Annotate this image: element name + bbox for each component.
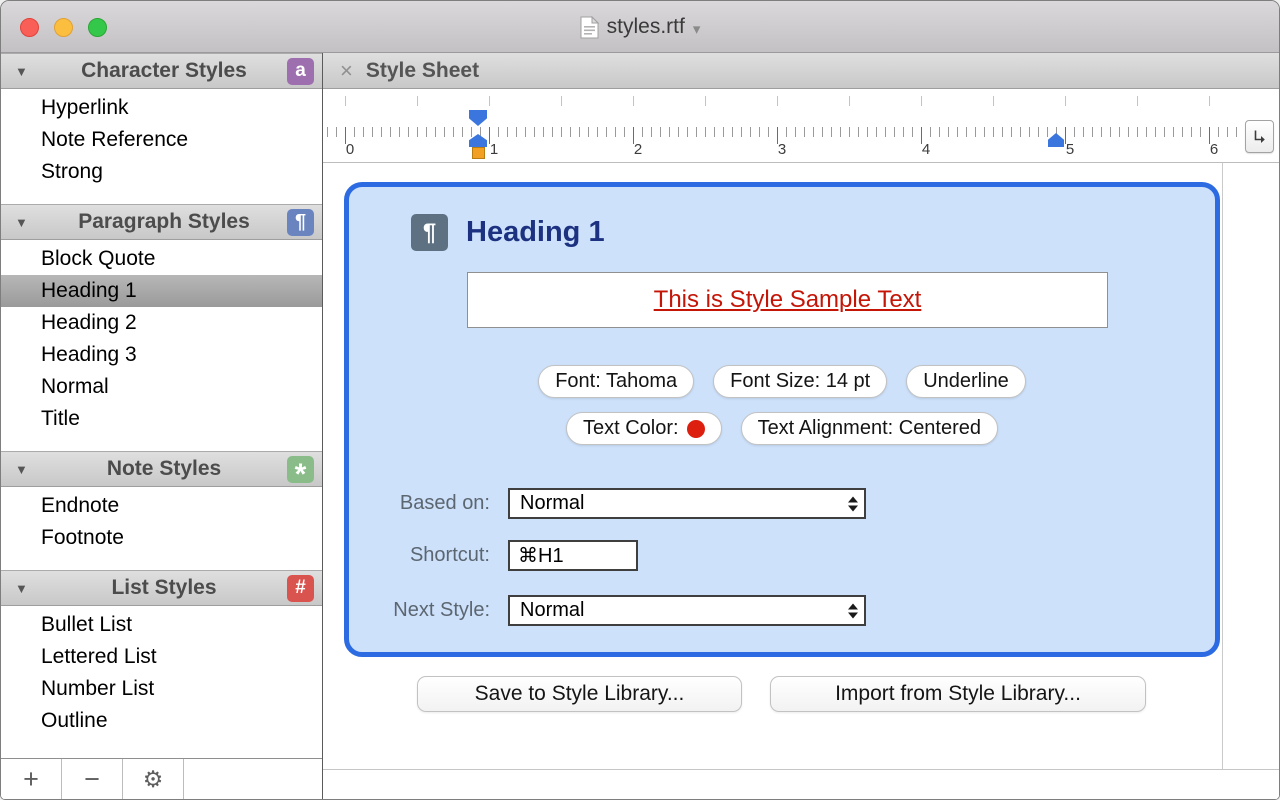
ruler-number: 1 [490, 141, 498, 158]
ruler-number: 0 [346, 141, 354, 158]
list-styles-icon: # [287, 575, 314, 602]
disclosure-triangle-icon[interactable]: ▼ [15, 215, 41, 230]
gear-menu-button[interactable]: ⚙ [123, 759, 184, 799]
list-styles-list: Bullet List Lettered List Number List Ou… [1, 606, 322, 740]
ruler[interactable]: 0 1 2 3 4 5 6 [323, 89, 1279, 163]
section-header-paragraph-styles[interactable]: ▼ Paragraph Styles ¶ [1, 204, 322, 240]
pill-alignment: Text Alignment: Centered [741, 412, 998, 445]
sidebar-item-footnote[interactable]: Footnote [1, 522, 322, 554]
character-styles-list: Hyperlink Note Reference Strong [1, 89, 322, 191]
paragraph-styles-icon: ¶ [287, 209, 314, 236]
style-sample-preview: This is Style Sample Text [467, 272, 1108, 328]
document-icon [580, 16, 599, 39]
section-label-list-styles: List Styles [41, 576, 287, 600]
section-label-character-styles: Character Styles [41, 59, 287, 83]
sidebar-footer-toolbar: + − ⚙ [1, 758, 322, 799]
popup-chevrons-icon [848, 496, 858, 511]
based-on-label: Based on: [349, 488, 490, 519]
pill-text-color-label: Text Color: [583, 417, 679, 440]
horizontal-scrollbar-track[interactable] [323, 769, 1279, 799]
styles-sidebar: ▼ Character Styles a Hyperlink Note Refe… [1, 53, 323, 799]
remove-style-button[interactable]: − [62, 759, 123, 799]
disclosure-triangle-icon[interactable]: ▼ [15, 581, 41, 596]
sidebar-item-normal[interactable]: Normal [1, 371, 322, 403]
sidebar-item-note-reference[interactable]: Note Reference [1, 124, 322, 156]
pill-underline: Underline [906, 365, 1026, 398]
section-label-paragraph-styles: Paragraph Styles [41, 210, 287, 234]
tab-arrow-icon [1251, 128, 1268, 145]
close-tab-icon[interactable]: × [340, 58, 353, 84]
sidebar-item-endnote[interactable]: Endnote [1, 490, 322, 522]
shortcut-label: Shortcut: [349, 540, 490, 571]
tab-title: Style Sheet [366, 59, 479, 83]
next-style-label: Next Style: [349, 595, 490, 626]
ruler-fine-ticks [327, 127, 1237, 137]
import-from-style-library-button[interactable]: Import from Style Library... [770, 676, 1146, 712]
ruler-number: 4 [922, 141, 930, 158]
style-sheet-editor: ¶ Heading 1 This is Style Sample Text Fo… [323, 163, 1279, 799]
disclosure-triangle-icon[interactable]: ▼ [15, 462, 41, 477]
style-sheet-tabbar: × Style Sheet [323, 53, 1279, 89]
sidebar-item-heading-1[interactable]: Heading 1 [1, 275, 322, 307]
next-style-popup[interactable]: Normal [508, 595, 866, 626]
style-name-heading: Heading 1 [466, 214, 605, 251]
title-chevron-icon[interactable]: ▾ [693, 17, 701, 38]
ruler-number: 5 [1066, 141, 1074, 158]
tab-stop-marker[interactable] [472, 147, 485, 159]
app-window: styles.rtf ▾ ▼ Character Styles a Hyperl… [0, 0, 1280, 800]
note-styles-list: Endnote Footnote [1, 487, 322, 557]
save-to-style-library-button[interactable]: Save to Style Library... [417, 676, 742, 712]
main-pane: × Style Sheet 0 1 2 3 4 5 6 [323, 53, 1279, 799]
section-header-list-styles[interactable]: ▼ List Styles # [1, 570, 322, 606]
sidebar-item-hyperlink[interactable]: Hyperlink [1, 92, 322, 124]
sidebar-item-title[interactable]: Title [1, 403, 322, 435]
window-title: styles.rtf [607, 15, 685, 39]
sidebar-item-block-quote[interactable]: Block Quote [1, 243, 322, 275]
note-styles-icon: * [287, 456, 314, 483]
titlebar[interactable]: styles.rtf ▾ [1, 1, 1279, 53]
ruler-half-inch-ticks [345, 96, 1237, 106]
pill-font: Font: Tahoma [538, 365, 694, 398]
pill-text-color: Text Color: [566, 412, 722, 445]
pill-font-size: Font Size: 14 pt [713, 365, 887, 398]
based-on-value: Normal [520, 492, 584, 515]
text-color-swatch [687, 420, 705, 438]
character-styles-icon: a [287, 58, 314, 85]
attribute-pill-row-1: Font: Tahoma Font Size: 14 pt Underline [349, 365, 1215, 398]
section-header-note-styles[interactable]: ▼ Note Styles * [1, 451, 322, 487]
vertical-scrollbar-track[interactable] [1222, 163, 1223, 769]
add-style-button[interactable]: + [1, 759, 62, 799]
based-on-popup[interactable]: Normal [508, 488, 866, 519]
style-detail-panel: ¶ Heading 1 This is Style Sample Text Fo… [344, 182, 1220, 657]
ruler-number: 6 [1210, 141, 1218, 158]
paragraph-styles-list: Block Quote Heading 1 Heading 2 Heading … [1, 240, 322, 438]
paragraph-badge-icon: ¶ [411, 214, 448, 251]
sidebar-item-number-list[interactable]: Number List [1, 673, 322, 705]
ruler-number: 2 [634, 141, 642, 158]
sample-text: This is Style Sample Text [654, 286, 922, 314]
section-label-note-styles: Note Styles [41, 457, 287, 481]
first-line-indent-marker[interactable] [469, 110, 487, 126]
ruler-number: 3 [778, 141, 786, 158]
shortcut-input[interactable] [508, 540, 638, 571]
sidebar-item-strong[interactable]: Strong [1, 156, 322, 188]
sidebar-item-heading-3[interactable]: Heading 3 [1, 339, 322, 371]
sidebar-item-lettered-list[interactable]: Lettered List [1, 641, 322, 673]
popup-chevrons-icon [848, 603, 858, 618]
attribute-pill-row-2: Text Color: Text Alignment: Centered [349, 412, 1215, 445]
sidebar-item-heading-2[interactable]: Heading 2 [1, 307, 322, 339]
next-style-value: Normal [520, 599, 584, 622]
sidebar-item-bullet-list[interactable]: Bullet List [1, 609, 322, 641]
sidebar-item-outline[interactable]: Outline [1, 705, 322, 737]
tab-stop-well-button[interactable] [1245, 120, 1274, 153]
section-header-character-styles[interactable]: ▼ Character Styles a [1, 53, 322, 89]
disclosure-triangle-icon[interactable]: ▼ [15, 64, 41, 79]
